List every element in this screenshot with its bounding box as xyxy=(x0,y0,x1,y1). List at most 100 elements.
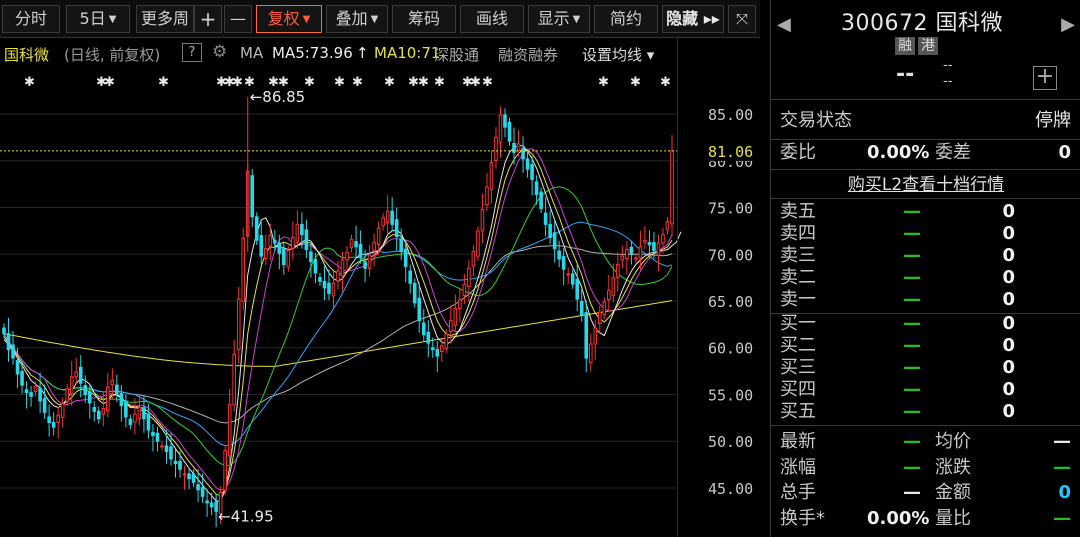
candle-up xyxy=(110,379,115,386)
chips-button[interactable]: 筹码 xyxy=(392,5,456,33)
candle-down xyxy=(259,235,264,257)
ma250-line xyxy=(3,300,673,367)
trading-status-value: 停牌 xyxy=(1035,110,1071,131)
candle-down xyxy=(124,400,128,418)
gear-icon[interactable]: ⚙ xyxy=(212,42,227,62)
candle-up xyxy=(336,270,340,282)
candle-down xyxy=(277,242,282,254)
orderbook-row[interactable]: 买三 — 0 xyxy=(771,357,1080,379)
draw-line-button[interactable]: 画线 xyxy=(460,5,524,33)
caret-down-icon: ▼ xyxy=(370,14,379,25)
set-ma-dropdown[interactable]: 设置均线 ▾ xyxy=(582,44,654,65)
chart-axis-divider xyxy=(677,38,678,537)
candle-up xyxy=(286,250,291,268)
candle-down xyxy=(363,261,367,269)
candle-up xyxy=(372,241,376,252)
stat-value: — xyxy=(903,482,921,503)
candle-down xyxy=(421,322,426,336)
tab-5day[interactable]: 5日 ▼ xyxy=(66,5,130,33)
orderbook-row[interactable]: 买五 — 0 xyxy=(771,401,1080,423)
candle-up xyxy=(381,217,385,227)
orderbook-row[interactable]: 买二 — 0 xyxy=(771,335,1080,357)
orderbook-price: — xyxy=(903,335,921,356)
buy-l2-link[interactable]: 购买L2查看十档行情 xyxy=(771,172,1080,198)
stat-label: 涨跌 xyxy=(935,456,971,478)
overlay-dropdown[interactable]: 叠加 ▼ xyxy=(326,5,388,33)
prev-stock-icon[interactable]: ◀ xyxy=(777,14,791,35)
orderbook-volume: 0 xyxy=(1002,401,1015,422)
margin-tag: 融 xyxy=(895,37,915,55)
candle-up xyxy=(340,259,345,277)
hide-panel-button[interactable]: 隐藏 ▸▸ xyxy=(662,5,724,33)
candle-down xyxy=(629,246,634,255)
candle-up xyxy=(656,242,661,256)
candle-down xyxy=(169,446,173,460)
tab-intraday[interactable]: 分时 xyxy=(2,5,60,33)
stock-code: 300672 xyxy=(841,11,928,36)
y-tick-label: 70.00 xyxy=(708,246,753,264)
tab-more-period[interactable]: 更多周 xyxy=(136,5,194,33)
candle-up xyxy=(241,237,246,302)
high-annotation: ←86.85 xyxy=(250,88,306,106)
candle-down xyxy=(78,366,83,384)
candle-up xyxy=(467,267,471,288)
stock-name-label: 国科微 xyxy=(4,46,50,64)
orderbook-level-label: 买一 xyxy=(780,313,816,334)
event-marker: ✱ xyxy=(482,75,493,90)
next-stock-icon[interactable]: ▶ xyxy=(1061,14,1075,35)
candlestick-chart[interactable]: 85.0080.0075.0070.0065.0060.0055.0050.00… xyxy=(0,66,760,537)
event-marker: ✱ xyxy=(660,75,671,90)
candle-up xyxy=(376,227,381,245)
arrow-up-icon: ↑ xyxy=(356,44,369,62)
orderbook-row[interactable]: 买一 — 0 xyxy=(771,313,1080,335)
orderbook-volume: 0 xyxy=(1002,201,1015,222)
orderbook-row[interactable]: 卖一 — 0 xyxy=(771,289,1080,311)
candle-down xyxy=(408,270,413,284)
orderbook-volume: 0 xyxy=(1002,289,1015,310)
candle-down xyxy=(173,460,178,465)
zoom-in-button[interactable]: + xyxy=(194,5,222,33)
candle-down xyxy=(557,250,561,260)
candle-down xyxy=(47,416,51,424)
adjust-rights-dropdown[interactable]: 复权 ▼ xyxy=(256,5,322,33)
orderbook-row[interactable]: 卖四 — 0 xyxy=(771,223,1080,245)
candle-up xyxy=(476,230,480,257)
fullscreen-button[interactable]: ⤧ xyxy=(728,5,756,33)
candle-down xyxy=(543,212,548,225)
hk-connect-link[interactable]: 深股通 xyxy=(434,44,479,65)
candle-up xyxy=(74,371,79,378)
candle-up xyxy=(69,376,74,395)
orderbook-row[interactable]: 卖二 — 0 xyxy=(771,267,1080,289)
orderbook-price: — xyxy=(903,245,921,266)
candle-down xyxy=(83,385,88,395)
candle-up xyxy=(182,473,187,476)
candle-down xyxy=(552,232,557,250)
candle-up xyxy=(227,404,232,456)
candle-down xyxy=(530,164,534,180)
divider xyxy=(771,425,1080,426)
event-marker: ✱ xyxy=(384,75,395,90)
candle-up xyxy=(620,255,625,261)
display-dropdown[interactable]: 显示 ▼ xyxy=(528,5,590,33)
add-watchlist-button[interactable]: + xyxy=(1033,66,1057,90)
zoom-out-button[interactable]: — xyxy=(224,5,252,33)
margin-trading-link[interactable]: 融资融券 xyxy=(498,44,558,65)
orderbook-row[interactable]: 卖五 — 0 xyxy=(771,201,1080,223)
orderbook-row[interactable]: 卖三 — 0 xyxy=(771,245,1080,267)
candle-down xyxy=(96,410,101,420)
tab-intraday-label: 分时 xyxy=(14,9,47,28)
candle-down xyxy=(354,241,358,248)
low-annotation: ←41.95 xyxy=(218,507,274,525)
orderbook-volume: 0 xyxy=(1002,335,1015,356)
help-button[interactable]: ? xyxy=(182,43,202,62)
candle-up xyxy=(367,254,372,269)
orderbook-level-label: 卖一 xyxy=(780,289,816,310)
orderbook-price: — xyxy=(903,289,921,310)
event-marker: ✱ xyxy=(104,75,115,90)
stock-name: 国科微 xyxy=(935,11,1003,36)
candle-down xyxy=(151,431,155,437)
simple-mode-button[interactable]: 简约 xyxy=(594,5,658,33)
candle-down xyxy=(318,277,322,282)
orderbook-row[interactable]: 买四 — 0 xyxy=(771,379,1080,401)
stat-label: 换手* xyxy=(780,507,825,529)
